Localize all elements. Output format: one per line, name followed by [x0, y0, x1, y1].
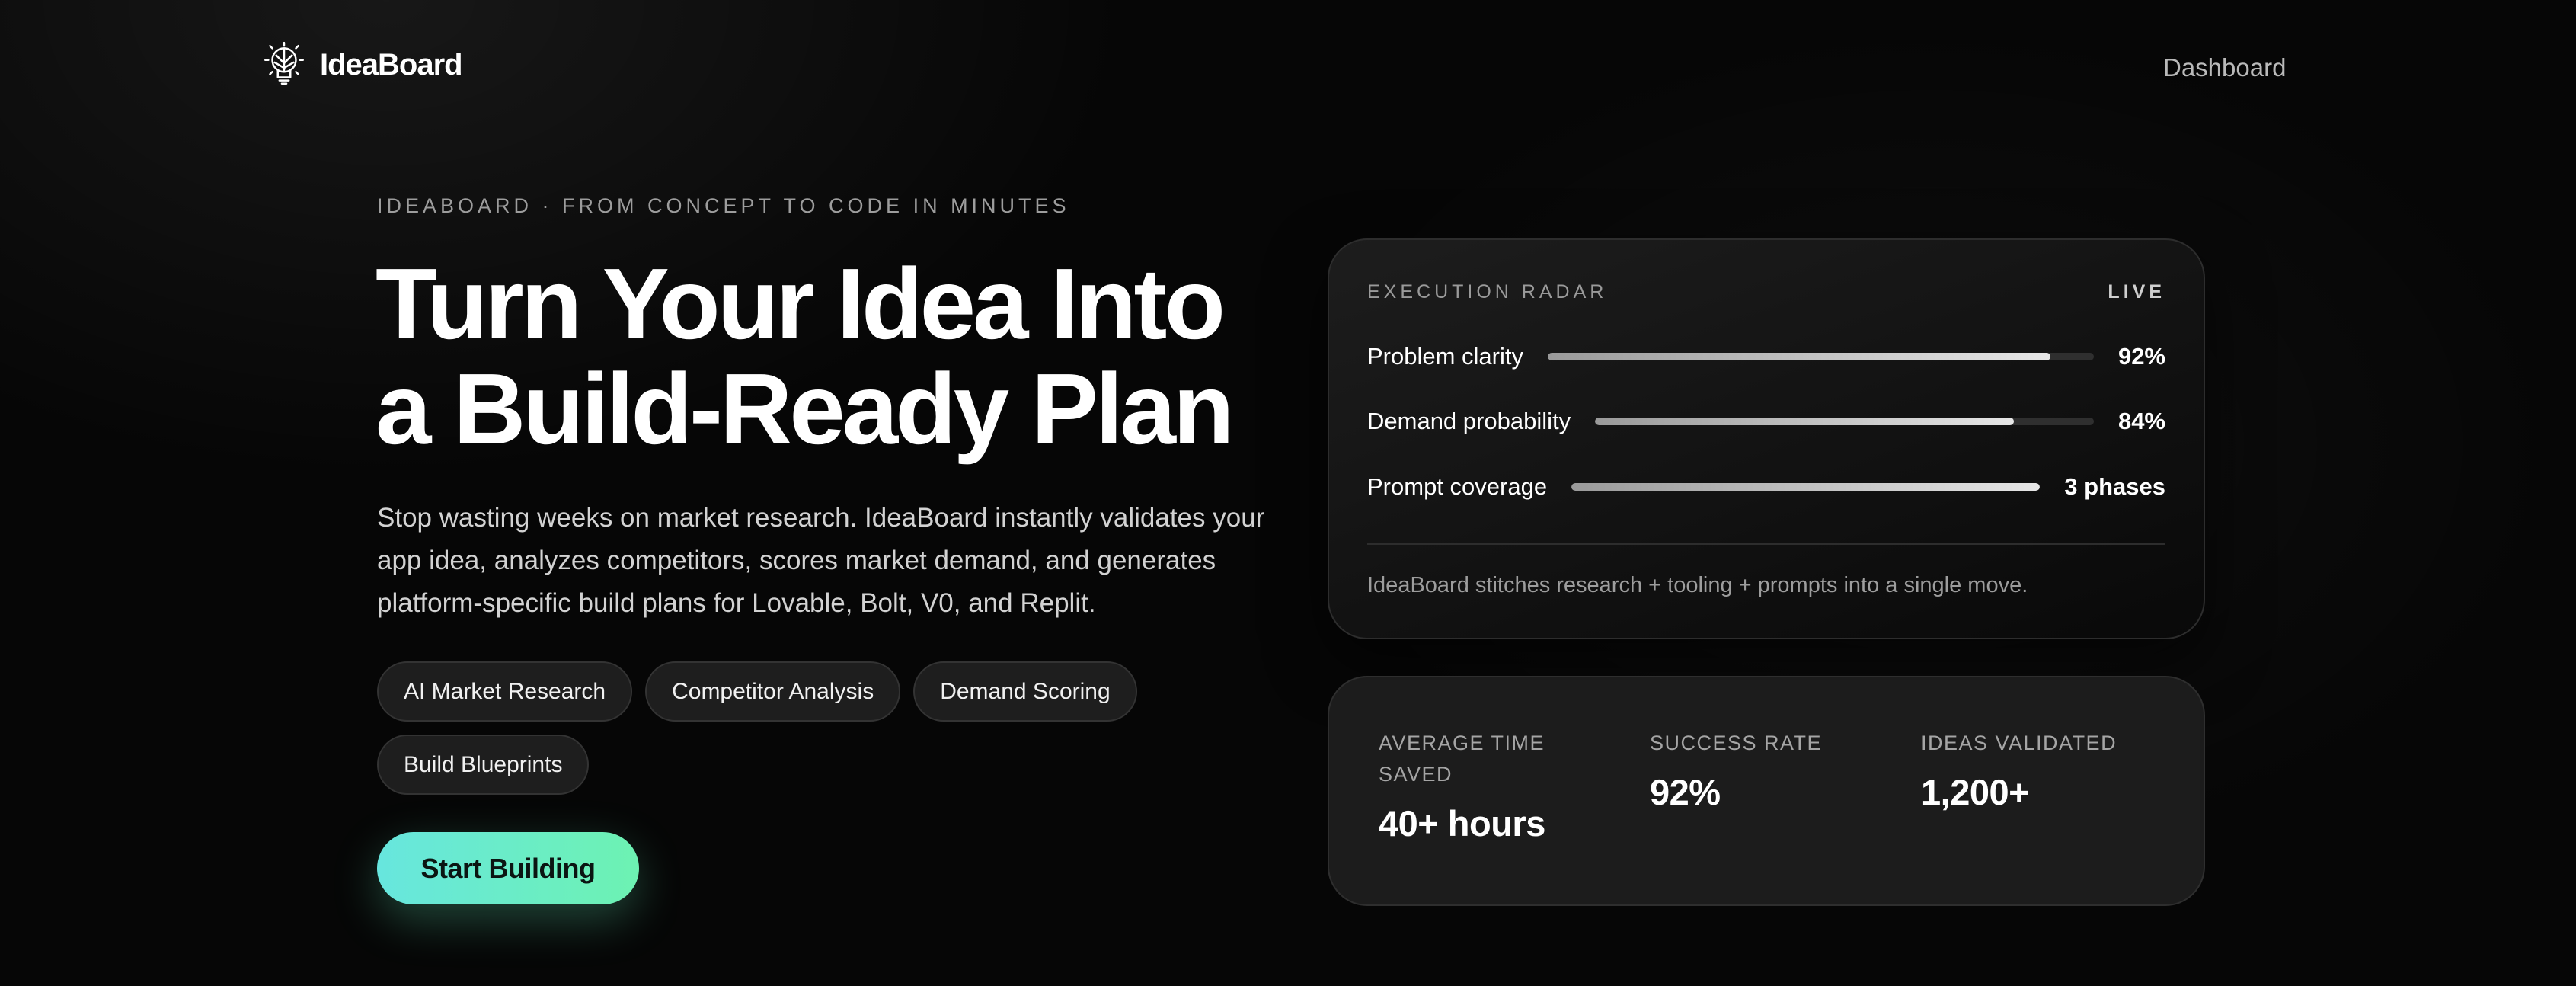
metric-progress-fill — [1548, 353, 2050, 360]
metric-value: 84% — [2117, 408, 2165, 434]
stat-average-time-saved: AVERAGE TIME SAVED 40+ hours — [1379, 728, 1600, 844]
tag-ai-market-research: AI Market Research — [377, 661, 633, 722]
feature-tags: AI Market Research Competitor Analysis D… — [377, 661, 1177, 795]
brand-logo[interactable]: IdeaBoard — [259, 40, 463, 90]
execution-radar-card: EXECUTION RADAR LIVE Problem clarity 92%… — [1328, 238, 2205, 639]
stat-value: 40+ hours — [1379, 803, 1545, 844]
metric-progress-fill — [1571, 483, 2041, 491]
radar-note: IdeaBoard stitches research + tooling + … — [1367, 573, 2028, 597]
metric-progress-fill — [1595, 418, 2015, 425]
brand-name: IdeaBoard — [320, 47, 463, 82]
start-building-button[interactable]: Start Building — [377, 832, 639, 904]
stat-ideas-validated: IDEAS VALIDATED 1,200+ — [1921, 728, 2142, 813]
stat-label: IDEAS VALIDATED — [1921, 731, 2117, 754]
hero-eyebrow: IDEABOARD · FROM CONCEPT TO CODE IN MINU… — [377, 194, 1070, 217]
stat-value: 1,200+ — [1921, 772, 2030, 812]
tag-competitor-analysis: Competitor Analysis — [645, 661, 901, 722]
metric-progress-bar — [1571, 483, 2041, 491]
metric-value: 92% — [2117, 343, 2165, 370]
metric-label: Demand probability — [1367, 408, 1571, 434]
stat-success-rate: SUCCESS RATE 92% — [1650, 728, 1871, 813]
metric-row-demand-probability: Demand probability 84% — [1367, 402, 2165, 440]
lightbulb-icon — [264, 41, 304, 85]
stats-card: AVERAGE TIME SAVED 40+ hours SUCCESS RAT… — [1328, 676, 2205, 906]
metric-row-problem-clarity: Problem clarity 92% — [1367, 338, 2165, 376]
nav-dashboard-link[interactable]: Dashboard — [2163, 53, 2286, 82]
metric-row-prompt-coverage: Prompt coverage 3 phases — [1367, 468, 2165, 506]
tag-build-blueprints: Build Blueprints — [377, 735, 590, 795]
radar-header: EXECUTION RADAR LIVE — [1367, 281, 2165, 303]
stat-value: 92% — [1650, 772, 1721, 812]
tag-demand-scoring: Demand Scoring — [913, 661, 1137, 722]
live-badge: LIVE — [2108, 281, 2165, 303]
hero-title-line-1: Turn Your Idea Into — [376, 248, 1226, 360]
metric-label: Problem clarity — [1367, 343, 1523, 370]
hero-description: Stop wasting weeks on market research. I… — [377, 503, 1265, 618]
landing-page: IdeaBoard Dashboard IDEABOARD · FROM CON… — [0, 0, 2576, 986]
stat-label: AVERAGE TIME SAVED — [1379, 731, 1545, 786]
divider — [1367, 543, 2165, 545]
radar-title: EXECUTION RADAR — [1367, 281, 1608, 303]
metric-value: 3 phases — [2064, 473, 2165, 500]
stat-label: SUCCESS RATE — [1650, 731, 1823, 754]
metric-progress-bar — [1548, 353, 2094, 360]
hero-title: Turn Your Idea Into a Build-Ready Plan — [376, 251, 1274, 462]
metric-progress-bar — [1595, 418, 2094, 425]
hero-title-line-2: a Build-Ready Plan — [376, 353, 1235, 465]
metric-label: Prompt coverage — [1367, 473, 1548, 500]
